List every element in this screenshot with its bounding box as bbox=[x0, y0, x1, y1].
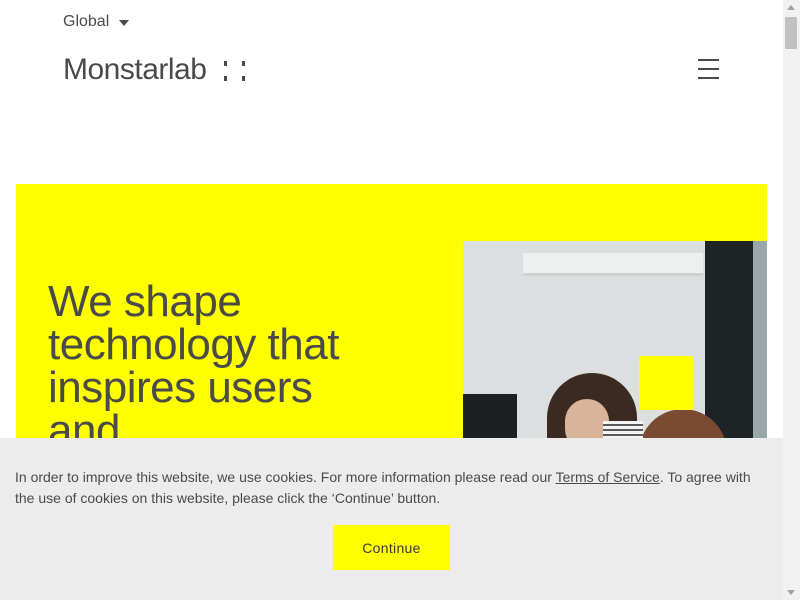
scroll-up-icon[interactable] bbox=[787, 5, 795, 10]
yellow-accent-square bbox=[639, 356, 693, 410]
terms-of-service-link[interactable]: Terms of Service bbox=[556, 469, 660, 485]
logo[interactable]: Monstarlab bbox=[63, 53, 248, 87]
page: Global Monstarlab We shape technology th… bbox=[0, 0, 783, 600]
scroll-down-icon[interactable] bbox=[787, 590, 795, 595]
cookie-banner: In order to improve this website, we use… bbox=[0, 438, 783, 600]
region-selector[interactable]: Global bbox=[63, 13, 130, 31]
logo-mark-icon bbox=[222, 57, 248, 83]
cookie-message: In order to improve this website, we use… bbox=[15, 467, 770, 509]
region-label: Global bbox=[63, 13, 110, 30]
hamburger-menu-icon[interactable] bbox=[698, 59, 720, 79]
hero-title: We shape technology that inspires users … bbox=[48, 277, 339, 455]
logo-text: Monstarlab bbox=[63, 53, 207, 86]
vertical-scrollbar[interactable] bbox=[783, 0, 800, 600]
scrollbar-thumb[interactable] bbox=[785, 17, 797, 49]
continue-button[interactable]: Continue bbox=[333, 525, 450, 570]
chevron-down-icon bbox=[119, 20, 130, 26]
cookie-text-part: In order to improve this website, we use… bbox=[15, 469, 556, 485]
